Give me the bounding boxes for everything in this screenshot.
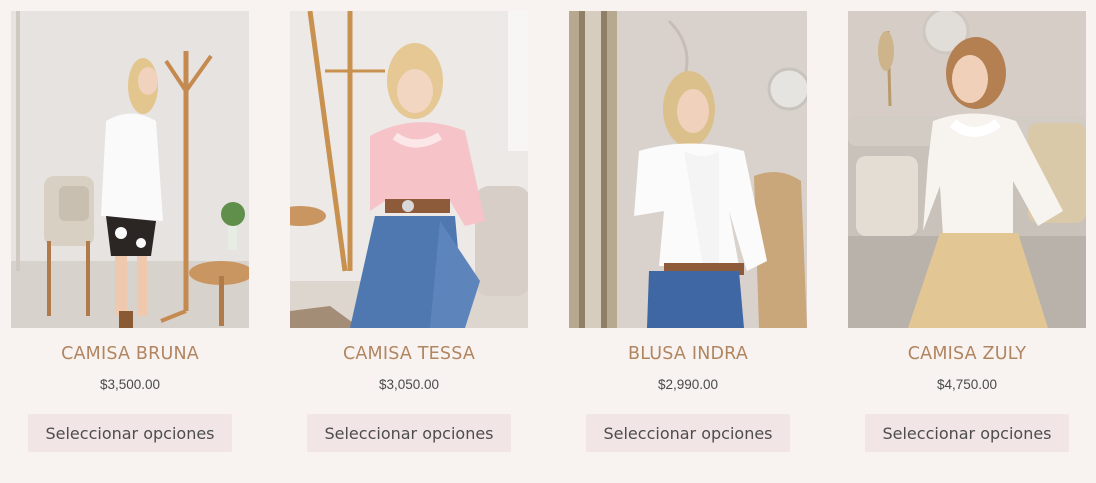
product-price: $2,990.00	[657, 377, 719, 392]
product-card: CAMISA ZULY $4,750.00 Seleccionar opcion…	[848, 11, 1086, 452]
product-photo-tessa	[290, 11, 528, 328]
product-title[interactable]: CAMISA ZULY	[908, 344, 1027, 368]
select-options-button[interactable]: Seleccionar opciones	[307, 414, 511, 452]
product-price: $3,500.00	[99, 377, 161, 392]
product-title[interactable]: CAMISA BRUNA	[61, 344, 199, 368]
product-price: $4,750.00	[936, 377, 998, 392]
select-options-button[interactable]: Seleccionar opciones	[865, 414, 1069, 452]
product-image[interactable]	[569, 11, 807, 328]
product-card: BLUSA INDRA $2,990.00 Seleccionar opcion…	[569, 11, 807, 452]
product-image[interactable]	[290, 11, 528, 328]
product-image[interactable]	[11, 11, 249, 328]
select-options-button[interactable]: Seleccionar opciones	[28, 414, 232, 452]
product-photo-bruna	[11, 11, 249, 328]
product-title[interactable]: BLUSA INDRA	[628, 344, 748, 368]
product-grid: CAMISA BRUNA $3,500.00 Seleccionar opcio…	[0, 0, 1096, 483]
product-title[interactable]: CAMISA TESSA	[343, 344, 475, 368]
product-photo-zuly	[848, 11, 1086, 328]
select-options-button[interactable]: Seleccionar opciones	[586, 414, 790, 452]
product-image[interactable]	[848, 11, 1086, 328]
product-photo-indra	[569, 11, 807, 328]
product-card: CAMISA TESSA $3,050.00 Seleccionar opcio…	[290, 11, 528, 452]
product-price: $3,050.00	[378, 377, 440, 392]
product-card: CAMISA BRUNA $3,500.00 Seleccionar opcio…	[11, 11, 249, 452]
